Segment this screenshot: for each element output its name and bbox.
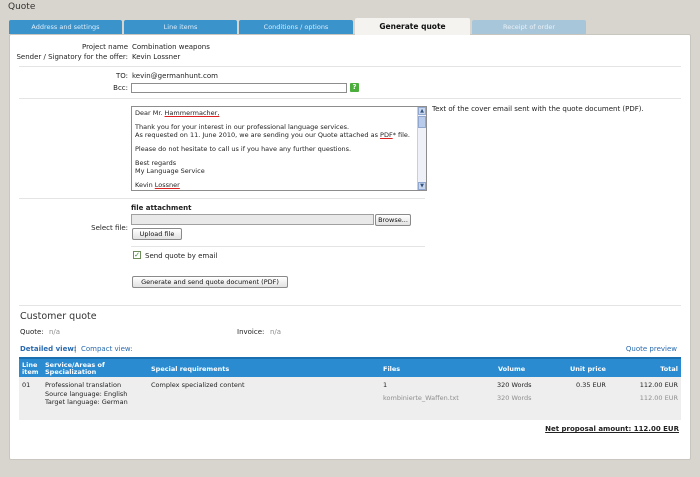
browse-button[interactable]: Browse... — [375, 214, 411, 226]
cell-file-volume: 320 Words — [497, 394, 532, 402]
divider — [131, 246, 425, 247]
cell-unit-price: 0.35 EUR — [576, 381, 606, 389]
table-row: 01 Professional translation Source langu… — [19, 377, 681, 420]
cell-volume: 320 Words — [497, 381, 532, 389]
cell-service: Professional translation — [45, 381, 122, 389]
cell-files: 1 — [383, 381, 388, 389]
tab-address-and-settings[interactable]: Address and settings — [9, 20, 122, 34]
to-label: TO: — [115, 72, 128, 80]
textarea-scrollbar[interactable]: ▲ ▼ — [417, 107, 426, 190]
email-greeting: Dear Mr. Hammermacher, — [135, 109, 220, 117]
send-email-checkbox[interactable]: ✓ — [133, 251, 141, 259]
tab-generate-quote[interactable]: Generate quote — [355, 18, 470, 35]
email-line: As requested on 11. June 2010, we are se… — [135, 131, 410, 139]
main-panel: Project name Combination weapons Sender … — [9, 34, 691, 460]
cell-total: 112.00 EUR — [639, 381, 678, 389]
scroll-up-icon[interactable]: ▲ — [418, 107, 426, 115]
send-email-label: Send quote by email — [145, 252, 218, 260]
quote-value: n/a — [49, 328, 61, 336]
th-volume: Volume — [498, 365, 526, 373]
email-body-textarea[interactable]: Dear Mr. Hammermacher, Thank you for you… — [131, 106, 427, 191]
invoice-value: n/a — [270, 328, 282, 336]
cell-target-language: Target language: German — [45, 398, 128, 406]
select-file-label: Select file: — [91, 224, 128, 232]
divider — [19, 66, 681, 67]
email-line: Thank you for your interest in our profe… — [135, 123, 350, 131]
attachment-heading: file attachment — [131, 204, 192, 212]
page-title: Quote — [8, 2, 36, 12]
to-value: kevin@germanhunt.com — [132, 72, 218, 80]
th-special-requirements: Special requirements — [151, 365, 230, 373]
customer-quote-title: Customer quote — [20, 311, 97, 322]
cell-requirements: Complex specialized content — [151, 381, 245, 389]
bcc-input[interactable] — [131, 83, 347, 93]
divider — [19, 198, 425, 199]
sender-label: Sender / Signatory for the offer: — [16, 53, 128, 61]
quote-label: Quote: — [20, 328, 44, 336]
divider — [19, 305, 681, 306]
sender-value: Kevin Lossner — [132, 53, 181, 61]
tab-conditions-options[interactable]: Conditions / options — [239, 20, 353, 34]
cell-source-language: Source language: English — [45, 390, 128, 398]
detailed-view-link[interactable]: Detailed view: — [20, 345, 77, 353]
tab-receipt-of-order: Receipt of order — [472, 20, 586, 34]
table-header: Line item Service/Areas of Specialization … — [19, 357, 681, 377]
email-line: Please do not hesitate to call us if you… — [135, 145, 352, 153]
quote-preview-link[interactable]: Quote preview — [626, 345, 677, 353]
email-line: Best regards — [135, 159, 177, 167]
tab-line-items[interactable]: Line items — [124, 20, 237, 34]
cell-file-name[interactable]: kombinierte_Waffen.txt — [383, 394, 459, 402]
scroll-thumb[interactable] — [418, 116, 426, 128]
bcc-label: Bcc: — [113, 84, 128, 92]
compact-view-link[interactable]: Compact view: — [81, 345, 133, 353]
th-files: Files — [383, 365, 401, 373]
file-path-field[interactable] — [131, 214, 374, 225]
scroll-down-icon[interactable]: ▼ — [418, 182, 426, 190]
th-unit-price: Unit price — [570, 365, 606, 373]
th-line-item: Line item — [22, 361, 39, 376]
upload-file-button[interactable]: Upload file — [132, 228, 182, 240]
project-name-label: Project name — [81, 43, 128, 51]
email-help-text: Text of the cover email sent with the qu… — [432, 105, 644, 113]
cell-line: 01 — [22, 381, 31, 389]
invoice-label: Invoice: — [237, 328, 265, 336]
generate-send-button[interactable]: Generate and send quote document (PDF) — [132, 276, 288, 288]
divider — [19, 98, 681, 99]
view-separator: | — [74, 345, 77, 353]
email-line: Kevin Lossner — [135, 181, 180, 189]
net-proposal-amount: Net proposal amount: 112.00 EUR — [545, 425, 679, 433]
email-line: My Language Service — [135, 167, 205, 175]
th-total: Total — [660, 365, 678, 373]
project-name-value: Combination weapons — [132, 43, 210, 51]
th-service: Service/Areas of Specialization — [45, 361, 105, 376]
cell-file-total: 112.00 EUR — [639, 394, 678, 402]
help-icon[interactable]: ? — [350, 83, 359, 92]
